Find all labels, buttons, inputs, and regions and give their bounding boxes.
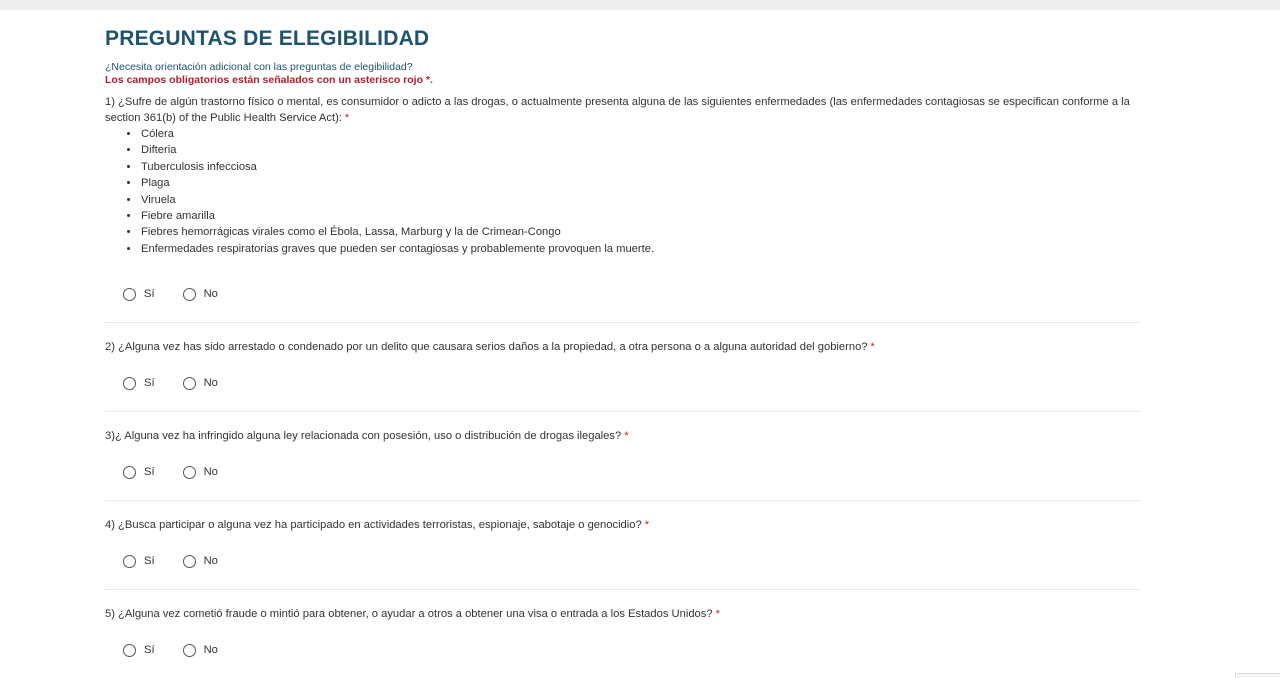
eligibility-form: PREGUNTAS DE ELEGIBILIDAD ¿Necesita orie… xyxy=(105,26,1140,659)
radio-button-yes[interactable] xyxy=(123,287,136,301)
list-item: Enfermedades respiratorias graves que pu… xyxy=(140,241,1140,257)
question-1-text: 1) ¿Sufre de algún trastorno físico o me… xyxy=(105,96,1130,124)
question-2-no-option[interactable]: No xyxy=(182,376,218,390)
question-5-yes-option[interactable]: Sí xyxy=(123,643,155,657)
list-item: Plaga xyxy=(140,175,1140,191)
question-1-no-option[interactable]: No xyxy=(182,287,218,301)
radio-label-no: No xyxy=(203,466,218,479)
question-3-radio-group: Sí No xyxy=(105,463,1140,481)
list-item: Fiebres hemorrágicas virales como el Ébo… xyxy=(140,224,1140,240)
required-asterisk: * xyxy=(644,519,650,532)
disease-list: Cólera Difteria Tuberculosis infecciosa … xyxy=(105,126,1140,257)
radio-button-yes[interactable] xyxy=(123,465,136,479)
question-5-radio-group: Sí No xyxy=(105,641,1140,659)
radio-label-yes: Sí xyxy=(144,288,155,301)
required-asterisk: * xyxy=(344,112,350,124)
radio-button-no[interactable] xyxy=(182,376,196,390)
browser-top-strip xyxy=(0,0,1280,10)
radio-label-yes: Sí xyxy=(144,377,155,390)
question-5-no-option[interactable]: No xyxy=(182,643,218,657)
question-1: 1) ¿Sufre de algún trastorno físico o me… xyxy=(105,94,1140,126)
list-item: Cólera xyxy=(140,126,1140,142)
radio-button-no[interactable] xyxy=(182,287,196,301)
question-2: 2) ¿Alguna vez has sido arrestado o cond… xyxy=(105,339,1140,355)
required-fields-note: Los campos obligatorios están señalados … xyxy=(105,74,433,86)
question-5: 5) ¿Alguna vez cometió fraude o mintió p… xyxy=(105,606,1140,622)
radio-label-no: No xyxy=(203,288,218,301)
radio-label-no: No xyxy=(203,644,218,657)
question-4: 4) ¿Busca participar o alguna vez ha par… xyxy=(105,517,1140,533)
question-1-yes-option[interactable]: Sí xyxy=(123,287,155,301)
list-item: Fiebre amarilla xyxy=(140,208,1140,224)
required-asterisk: * xyxy=(624,430,629,443)
radio-label-yes: Sí xyxy=(144,555,155,568)
radio-label-yes: Sí xyxy=(144,466,155,479)
question-3-text: 3)¿ Alguna vez ha infringido alguna ley … xyxy=(105,430,622,443)
radio-button-yes[interactable] xyxy=(123,554,136,568)
question-3-yes-option[interactable]: Sí xyxy=(123,465,155,479)
list-item: Viruela xyxy=(140,192,1140,208)
radio-button-no[interactable] xyxy=(182,643,196,657)
question-4-no-option[interactable]: No xyxy=(182,554,218,568)
question-2-radio-group: Sí No xyxy=(105,374,1140,392)
corner-widget xyxy=(1235,673,1280,678)
radio-label-no: No xyxy=(203,377,218,390)
radio-button-no[interactable] xyxy=(182,465,196,479)
required-asterisk: * xyxy=(715,608,720,621)
page-title: PREGUNTAS DE ELEGIBILIDAD xyxy=(105,27,430,50)
question-1-radio-group: Sí No xyxy=(105,285,1140,303)
question-2-yes-option[interactable]: Sí xyxy=(123,376,155,390)
question-4-radio-group: Sí No xyxy=(105,552,1140,570)
question-5-text: 5) ¿Alguna vez cometió fraude o mintió p… xyxy=(105,608,713,621)
required-asterisk: * xyxy=(870,341,875,354)
radio-button-yes[interactable] xyxy=(123,643,136,657)
question-4-yes-option[interactable]: Sí xyxy=(123,554,155,568)
question-4-text: 4) ¿Busca participar o alguna vez ha par… xyxy=(105,519,642,532)
radio-button-no[interactable] xyxy=(182,554,196,568)
radio-label-no: No xyxy=(203,555,218,568)
radio-label-yes: Sí xyxy=(144,644,155,657)
list-item: Tuberculosis infecciosa xyxy=(140,159,1140,175)
radio-button-yes[interactable] xyxy=(123,376,136,390)
question-3: 3)¿ Alguna vez ha infringido alguna ley … xyxy=(105,428,1140,444)
list-item: Difteria xyxy=(140,142,1140,158)
question-3-no-option[interactable]: No xyxy=(182,465,218,479)
guidance-link[interactable]: ¿Necesita orientación adicional con las … xyxy=(105,61,1140,74)
question-2-text: 2) ¿Alguna vez has sido arrestado o cond… xyxy=(105,341,868,354)
